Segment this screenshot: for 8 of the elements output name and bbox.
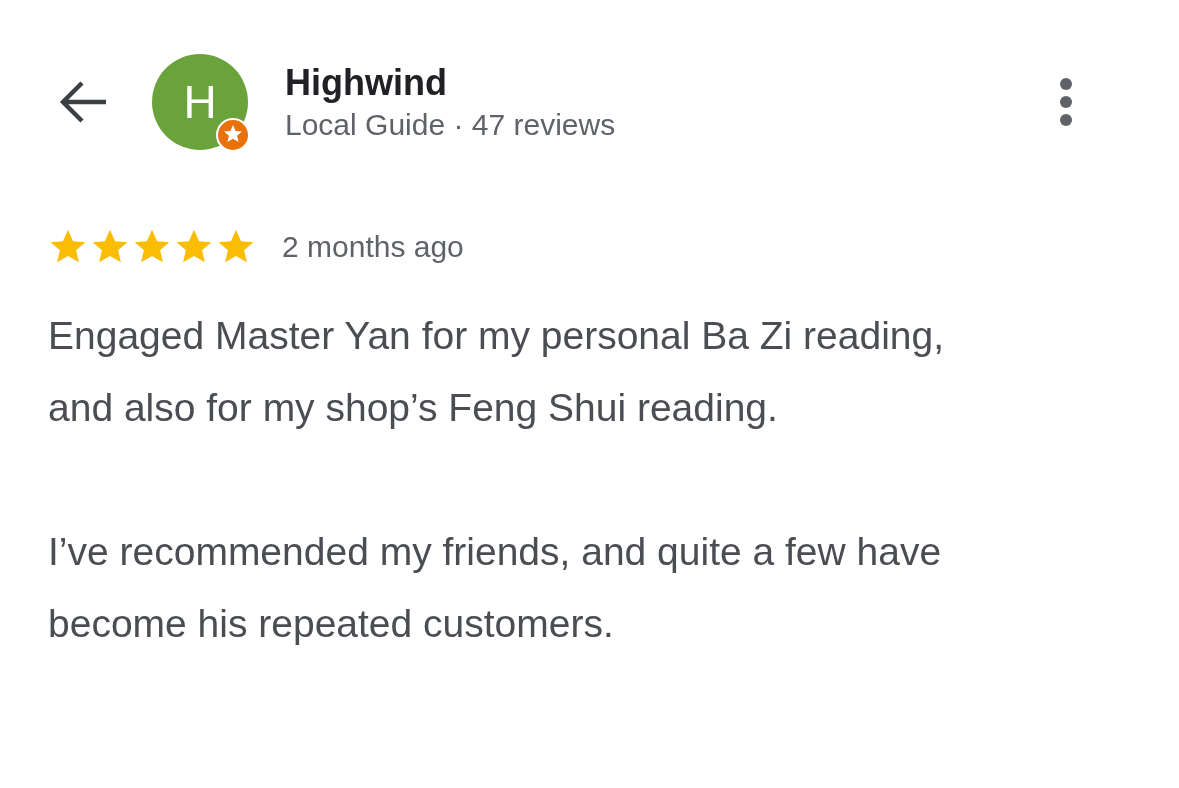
review-paragraph: Engaged Master Yan for my personal Ba Zi reading, and also for my shop’s Feng Shui reading.	[48, 313, 946, 431]
review-paragraph: I’ve recommended my friends, and quite a few have become his repeated customers.	[48, 529, 943, 647]
reviewer-name: Highwind	[285, 62, 448, 104]
review-time: 2 months ago	[282, 230, 464, 264]
back-arrow-icon	[58, 80, 108, 124]
avatar: H	[152, 54, 248, 150]
more-vertical-icon	[1058, 77, 1074, 127]
reviewer-stats: Local Guide · 47 reviews	[285, 108, 617, 142]
